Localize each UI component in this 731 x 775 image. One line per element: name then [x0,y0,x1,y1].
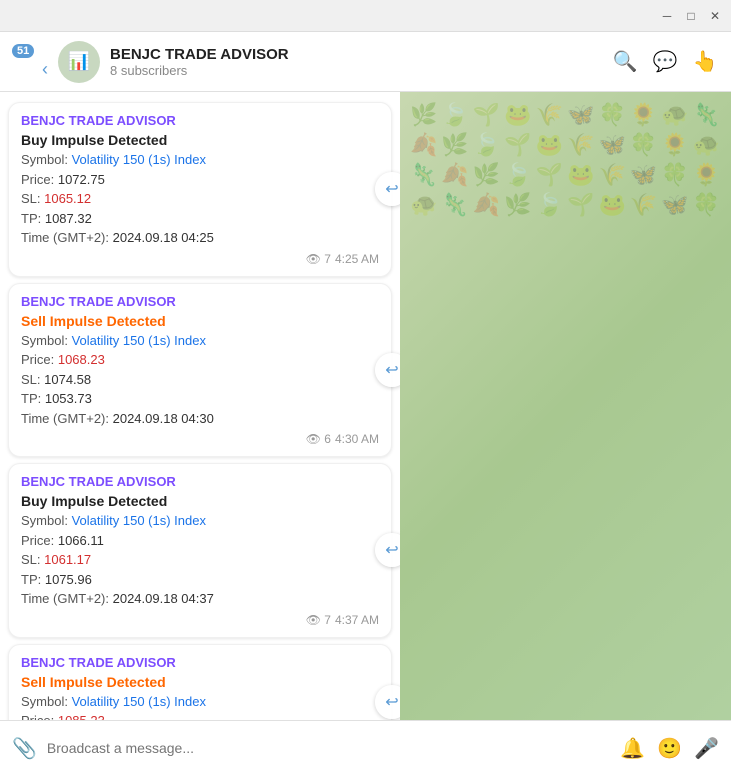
advisor-name: BENJC TRADE ADVISOR [21,294,379,309]
deco-icon: 🐸 [567,162,594,188]
close-button[interactable]: ✕ [707,8,723,24]
deco-icon: 🐸 [504,102,531,128]
message-card-msg3: BENJC TRADE ADVISOR Buy Impulse Detected S… [8,463,392,638]
deco-icon: 🌱 [473,102,500,128]
message-card-msg1: BENJC TRADE ADVISOR Buy Impulse Detected S… [8,102,392,277]
search-icon[interactable]: 🔍 [611,48,639,76]
messages-panel: BENJC TRADE ADVISOR Buy Impulse Detected S… [0,92,400,720]
deco-icon: 🍂 [410,132,437,158]
back-button[interactable]: 51 ‹ [12,44,48,80]
signal-details: Symbol: Volatility 150 (1s) IndexPrice: … [21,150,379,248]
deco-icon: 🍃 [504,162,531,188]
deco-icon: 🌾 [630,192,657,218]
deco-icon: 🐢 [410,192,437,218]
deco-icon: 🐢 [661,102,688,128]
deco-icon: 🌿 [504,192,531,218]
deco-icon: 🌻 [630,102,657,128]
deco-icon: 🍃 [473,132,500,158]
minimize-button[interactable]: ─ [659,8,675,24]
deco-icon: 🦎 [693,102,720,128]
signal-type: Sell Impulse Detected [21,674,379,690]
deco-icon: 🦎 [410,162,437,188]
deco-icon: 🌱 [504,132,531,158]
signal-type: Sell Impulse Detected [21,313,379,329]
message-time: 4:30 AM [335,432,379,446]
message-card-msg2: BENJC TRADE ADVISOR Sell Impulse Detected… [8,283,392,458]
channel-name: BENJC TRADE ADVISOR [110,46,601,63]
view-count: 👁 6 [306,432,331,446]
back-arrow-icon: ‹ [42,59,48,80]
signal-type: Buy Impulse Detected [21,493,379,509]
chat-icon[interactable]: 💬 [651,48,679,76]
deco-icon: 🦋 [567,102,594,128]
deco-icon: 🌱 [567,192,594,218]
message-card-msg4: BENJC TRADE ADVISOR Sell Impulse Detected… [8,644,392,721]
deco-icon: 🍂 [473,192,500,218]
mic-icon[interactable]: 🎤 [694,736,719,761]
signal-details: Symbol: Volatility 150 (1s) IndexPrice: … [21,511,379,609]
deco-icon: 🦋 [630,162,657,188]
view-count: 👁 7 [306,613,331,627]
deco-icon: 🐸 [598,192,625,218]
deco-icon: 🦋 [598,132,625,158]
channel-header: 51 ‹ 📊 BENJC TRADE ADVISOR 8 subscribers… [0,32,731,92]
bottom-bar: 📎 🔔 🙂 🎤 [0,720,731,775]
deco-icon: 🐢 [693,132,720,158]
deco-icon: 🐸 [536,132,563,158]
decorative-background: 🌿🍃🌱🐸🌾🦋🍀🌻🐢🦎🍂🌿🍃🌱🐸🌾🦋🍀🌻🐢🦎🍂🌿🍃🌱🐸🌾🦋🍀🌻🐢🦎🍂🌿🍃🌱🐸🌾🦋🍀 [400,92,731,720]
emoji-icon[interactable]: 🙂 [657,736,682,761]
view-count: 👁 7 [306,252,331,266]
deco-icon: 🌻 [661,132,688,158]
signal-details: Symbol: Volatility 150 (1s) IndexPrice: … [21,331,379,429]
deco-icon: 🍃 [441,102,468,128]
bottom-icons: 🔔 🙂 🎤 [620,736,719,761]
deco-icon: 🦎 [441,192,468,218]
deco-icon: 🌻 [693,162,720,188]
advisor-name: BENJC TRADE ADVISOR [21,113,379,128]
message-footer: 👁 7 4:25 AM [21,252,379,266]
cursor-icon[interactable]: 👆 [691,48,719,76]
chat-area: BENJC TRADE ADVISOR Buy Impulse Detected S… [0,92,731,720]
deco-icon: 🌱 [536,162,563,188]
deco-icon: 🍀 [661,162,688,188]
deco-icon: 🌾 [536,102,563,128]
deco-icon: 🌿 [473,162,500,188]
channel-info: BENJC TRADE ADVISOR 8 subscribers [110,46,601,78]
deco-icon: 🍀 [693,192,720,218]
attach-icon[interactable]: 📎 [12,736,37,761]
unread-badge: 51 [12,44,34,58]
advisor-name: BENJC TRADE ADVISOR [21,474,379,489]
deco-icon: 🌿 [410,102,437,128]
avatar: 📊 [58,41,100,83]
deco-icon: 🍀 [598,102,625,128]
message-time: 4:25 AM [335,252,379,266]
signal-type: Buy Impulse Detected [21,132,379,148]
deco-icon: 🍂 [441,162,468,188]
message-input[interactable] [47,730,610,766]
message-time: 4:37 AM [335,613,379,627]
deco-icon: 🍀 [630,132,657,158]
maximize-button[interactable]: □ [683,8,699,24]
deco-icon: 🍃 [536,192,563,218]
message-footer: 👁 7 4:37 AM [21,613,379,627]
bell-icon[interactable]: 🔔 [620,736,645,761]
background-panel: 🌿🍃🌱🐸🌾🦋🍀🌻🐢🦎🍂🌿🍃🌱🐸🌾🦋🍀🌻🐢🦎🍂🌿🍃🌱🐸🌾🦋🍀🌻🐢🦎🍂🌿🍃🌱🐸🌾🦋🍀 [400,92,731,720]
signal-details: Symbol: Volatility 150 (1s) IndexPrice: … [21,692,379,721]
message-footer: 👁 6 4:30 AM [21,432,379,446]
avatar-icon: 📊 [68,51,90,72]
advisor-name: BENJC TRADE ADVISOR [21,655,379,670]
subscriber-count: 8 subscribers [110,63,601,78]
deco-icon: 🌿 [441,132,468,158]
title-bar: ─ □ ✕ [0,0,731,32]
deco-icon: 🦋 [661,192,688,218]
deco-icon: 🌾 [598,162,625,188]
deco-icon: 🌾 [567,132,594,158]
header-icons: 🔍 💬 👆 [611,48,719,76]
